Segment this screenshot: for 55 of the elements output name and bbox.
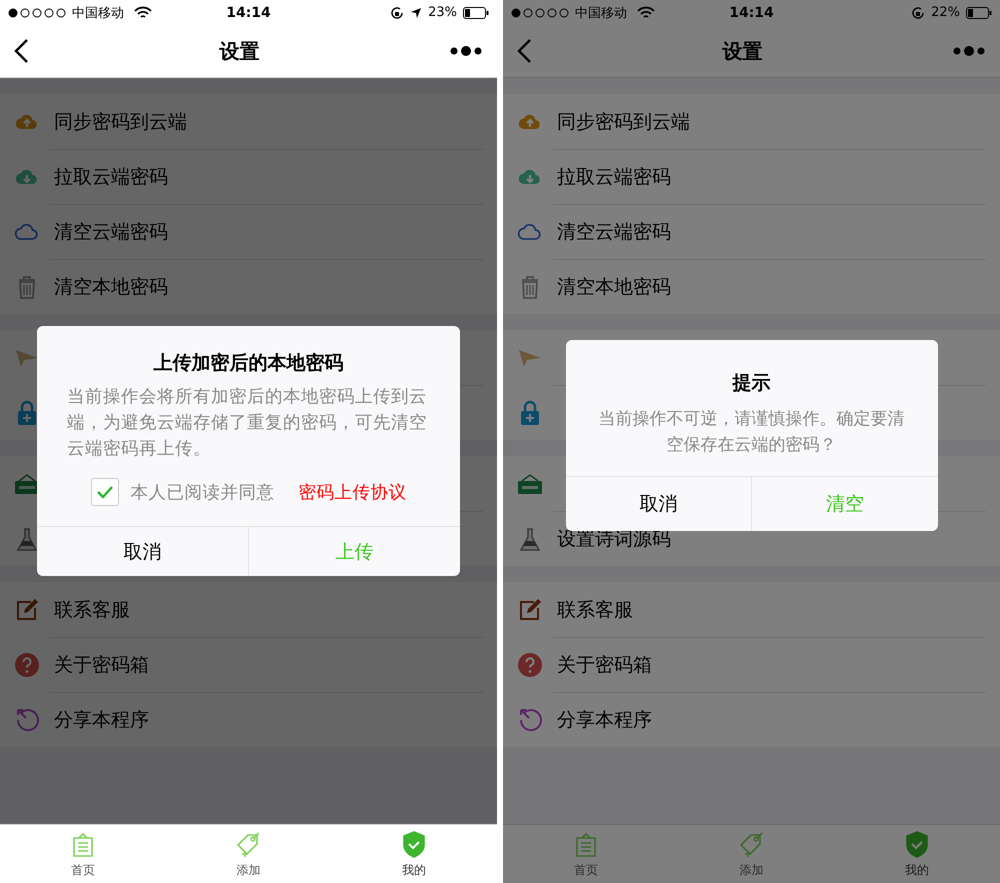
settings-item[interactable]: 拉取云端密码 — [0, 149, 497, 204]
rotation-lock-icon — [911, 6, 926, 20]
flask-icon — [14, 526, 40, 552]
dialog-title: 上传加密后的本地密码 — [152, 351, 344, 376]
page-title: 设置 — [722, 38, 762, 64]
tab[interactable]: 首页 — [503, 825, 669, 883]
signal-icon — [8, 8, 68, 18]
battery-percent: 22% — [931, 5, 960, 20]
settings-item[interactable]: 清空云端密码 — [0, 204, 497, 259]
settings-item[interactable]: 同步密码到云端 — [0, 94, 497, 149]
agreement-link[interactable]: 密码上传协议 — [298, 480, 406, 504]
agreement-text: 本人已阅读并同意 — [130, 482, 274, 504]
settings-item[interactable]: 分享本程序 — [503, 692, 1000, 747]
settings-item[interactable]: 分享本程序 — [0, 692, 497, 747]
tab[interactable]: 添加 — [166, 825, 332, 883]
dialog-message: 当前操作不可逆，请谨慎操作。确定要清空保存在云端的密码？ — [598, 408, 906, 457]
edit-icon — [517, 596, 543, 622]
help-icon — [14, 652, 40, 678]
settings-item[interactable]: 清空云端密码 — [503, 204, 1000, 259]
dialog-title: 提示 — [731, 371, 772, 396]
back-icon[interactable] — [14, 38, 30, 64]
tab[interactable]: 添加 — [668, 825, 834, 883]
carrier-name: 中国移动 — [575, 4, 627, 22]
settings-item[interactable]: 同步密码到云端 — [503, 94, 1000, 149]
settings-item[interactable]: 关于密码箱 — [503, 637, 1000, 692]
flask-icon — [517, 526, 543, 552]
battery-percent: 23% — [428, 5, 458, 20]
cancel-button[interactable]: 取消 — [37, 527, 248, 576]
tag-icon — [234, 830, 262, 858]
settings-item[interactable]: 清空本地密码 — [0, 259, 497, 314]
tag-icon — [738, 830, 766, 858]
wifi-icon — [637, 6, 655, 20]
tab[interactable]: 我的 — [331, 825, 497, 883]
status-time: 14:14 — [729, 4, 774, 20]
battery-icon — [966, 6, 992, 18]
battery-icon — [463, 6, 490, 18]
dialog-message: 当前操作会将所有加密后的本地密码上传到云端，为避免云端存储了重复的密码，可先清空云端密码再上传。 — [67, 386, 428, 461]
settings-item[interactable]: 拉取云端密码 — [503, 149, 1000, 204]
cancel-button[interactable]: 取消 — [566, 477, 751, 531]
wifi-icon — [134, 6, 152, 20]
help-icon — [517, 652, 543, 678]
settings-item[interactable]: 清空本地密码 — [503, 259, 1000, 314]
settings-item[interactable]: 联系客服 — [503, 582, 1000, 637]
more-icon[interactable] — [449, 45, 483, 57]
page-title: 设置 — [220, 38, 260, 64]
edit-icon — [14, 596, 40, 622]
signal-icon — [511, 8, 571, 18]
rotation-lock-icon — [390, 6, 404, 20]
tab[interactable]: 我的 — [834, 825, 1000, 883]
settings-item[interactable]: 联系客服 — [0, 582, 497, 637]
settings-item[interactable]: 关于密码箱 — [0, 637, 497, 692]
tab[interactable]: 首页 — [0, 825, 166, 883]
carrier-name: 中国移动 — [72, 4, 124, 22]
status-time: 14:14 — [226, 4, 271, 20]
agreement-checkbox[interactable] — [90, 478, 118, 506]
